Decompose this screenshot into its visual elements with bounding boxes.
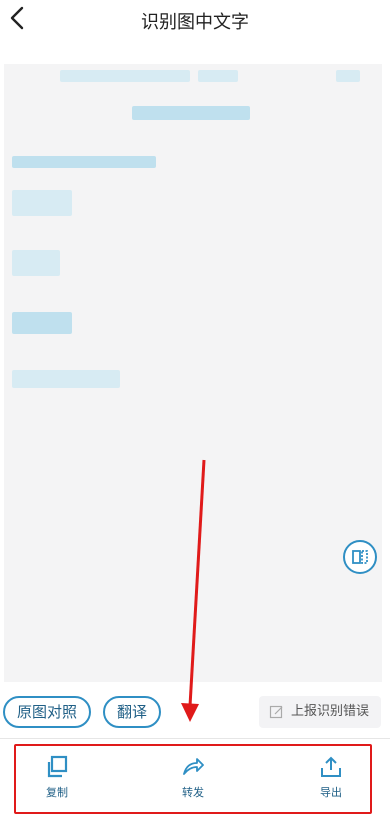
blurred-text-line xyxy=(12,312,72,334)
split-view-toggle-button[interactable] xyxy=(343,540,377,574)
bottom-toolbar-highlight: 复制 转发 导出 xyxy=(14,744,372,814)
blurred-text-line xyxy=(12,190,72,216)
blurred-text-line xyxy=(336,70,360,82)
blurred-text-line xyxy=(12,370,120,388)
recognized-text-area xyxy=(4,64,382,682)
blurred-text-line xyxy=(60,70,190,82)
blurred-text-line xyxy=(12,156,156,168)
export-upload-icon xyxy=(321,756,341,777)
forward-button[interactable]: 转发 xyxy=(158,754,228,806)
edit-icon xyxy=(269,705,283,719)
blurred-text-line xyxy=(132,106,250,120)
report-error-button[interactable]: 上报识别错误 xyxy=(259,696,381,728)
translate-button[interactable]: 翻译 xyxy=(103,696,161,728)
divider xyxy=(0,738,390,739)
split-view-icon xyxy=(352,550,368,564)
export-label: 导出 xyxy=(320,786,342,799)
copy-icon xyxy=(47,755,68,778)
copy-label: 复制 xyxy=(46,786,68,799)
report-error-label: 上报识别错误 xyxy=(291,704,370,719)
top-nav-bar: 识别图中文字 xyxy=(0,0,390,44)
forward-share-icon xyxy=(183,758,204,775)
forward-label: 转发 xyxy=(182,786,204,799)
copy-button[interactable]: 复制 xyxy=(22,754,92,806)
compare-original-button[interactable]: 原图对照 xyxy=(3,696,91,728)
blurred-text-line xyxy=(12,250,60,276)
page-title: 识别图中文字 xyxy=(141,12,249,33)
blurred-text-line xyxy=(198,70,238,82)
export-button[interactable]: 导出 xyxy=(296,754,366,806)
